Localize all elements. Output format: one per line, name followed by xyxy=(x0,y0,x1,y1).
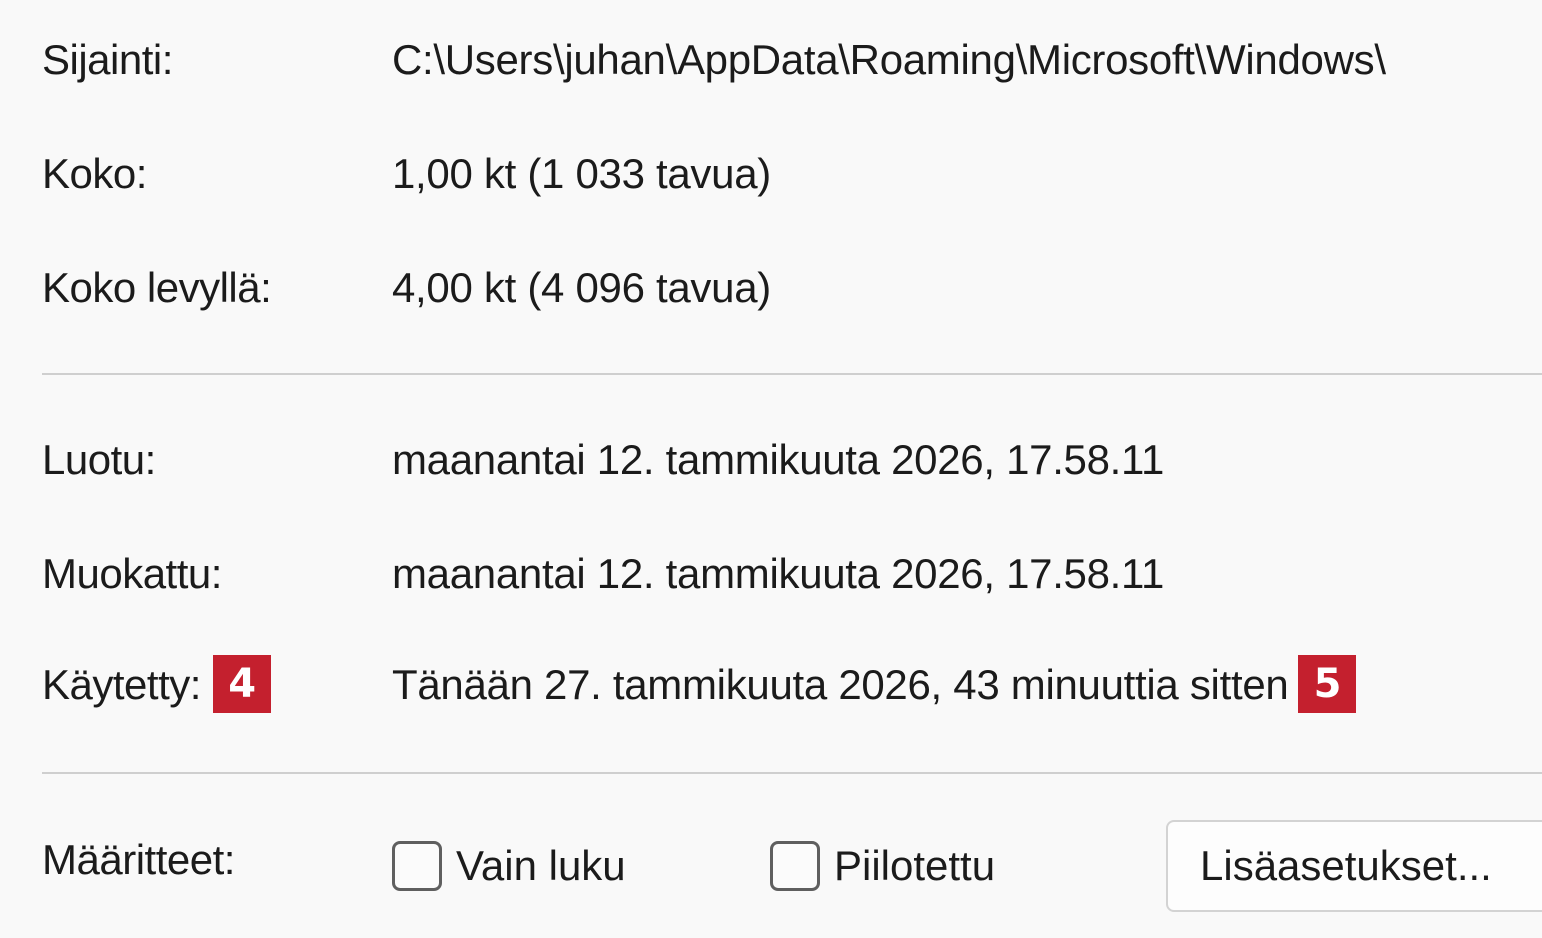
location-label: Sijainti: xyxy=(42,36,173,83)
accessed-label: Käytetty: xyxy=(42,661,201,709)
created-value: maanantai 12. tammikuuta 2026, 17.58.11 xyxy=(392,436,1165,483)
accessed-value: Tänään 27. tammikuuta 2026, 43 minuuttia… xyxy=(392,661,1289,709)
annotation-badge-5: 5 xyxy=(1298,654,1357,713)
hidden-checkbox[interactable] xyxy=(770,841,820,891)
divider-top xyxy=(42,373,1542,375)
readonly-checkbox[interactable] xyxy=(392,841,442,891)
accessed-label-wrap: Käytetty: 4 xyxy=(42,654,271,717)
hidden-checkbox-group[interactable]: Piilotettu xyxy=(770,836,995,896)
size-value: 1,00 kt (1 033 tavua) xyxy=(392,150,771,197)
size-on-disk-row: Koko levyllä: 4,00 kt (4 096 tavua) xyxy=(0,258,1542,318)
location-value[interactable]: C:\Users\juhan\AppData\Roaming\Microsoft… xyxy=(392,30,1386,90)
advanced-button[interactable]: Lisäasetukset... xyxy=(1166,820,1542,912)
location-row: Sijainti: C:\Users\juhan\AppData\Roaming… xyxy=(0,30,1542,90)
modified-label: Muokattu: xyxy=(42,550,222,597)
annotation-badge-4: 4 xyxy=(212,654,271,713)
size-label: Koko: xyxy=(42,150,147,197)
readonly-checkbox-group[interactable]: Vain luku xyxy=(392,836,626,896)
divider-bottom xyxy=(42,772,1542,774)
accessed-row: Käytetty: 4 Tänään 27. tammikuuta 2026, 4… xyxy=(0,654,1542,717)
accessed-value-wrap: Tänään 27. tammikuuta 2026, 43 minuuttia… xyxy=(392,654,1357,717)
attributes-label: Määritteet: xyxy=(42,836,235,883)
size-on-disk-value: 4,00 kt (4 096 tavua) xyxy=(392,264,771,311)
size-row: Koko: 1,00 kt (1 033 tavua) xyxy=(0,144,1542,204)
readonly-label[interactable]: Vain luku xyxy=(456,836,626,896)
hidden-label[interactable]: Piilotettu xyxy=(834,836,995,896)
created-row: Luotu: maanantai 12. tammikuuta 2026, 17… xyxy=(0,430,1542,490)
modified-row: Muokattu: maanantai 12. tammikuuta 2026,… xyxy=(0,544,1542,604)
created-label: Luotu: xyxy=(42,436,156,483)
modified-value: maanantai 12. tammikuuta 2026, 17.58.11 xyxy=(392,550,1165,597)
size-on-disk-label: Koko levyllä: xyxy=(42,264,272,311)
